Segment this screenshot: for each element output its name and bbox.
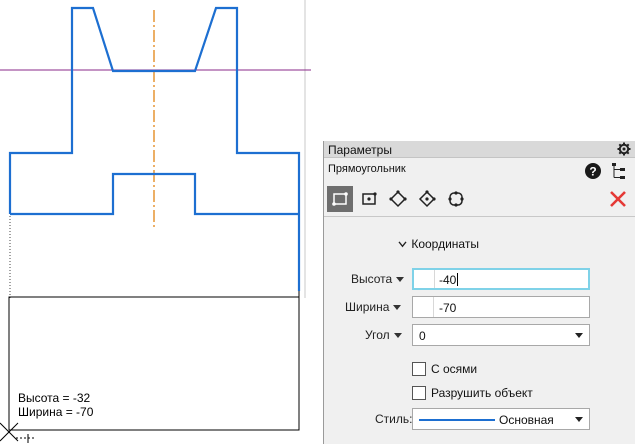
- construction-toolbar: [324, 184, 635, 214]
- width-input[interactable]: -70: [412, 296, 590, 318]
- angle-value: 0: [419, 329, 426, 343]
- three-point-rectangle-icon: [418, 190, 436, 208]
- rectangle-by-center-button[interactable]: [356, 186, 382, 212]
- coordinates-section-toggle[interactable]: Координаты: [398, 237, 479, 251]
- chevron-down-icon: [575, 417, 583, 422]
- axes-checkbox[interactable]: [412, 362, 426, 376]
- angle-select[interactable]: 0: [412, 324, 590, 346]
- axes-checkbox-label: С осями: [431, 362, 478, 376]
- line-style-preview: [419, 419, 495, 421]
- rectangle-rounded-button[interactable]: [443, 186, 469, 212]
- rectangle-rotated-button[interactable]: [385, 186, 411, 212]
- close-icon[interactable]: [608, 189, 628, 209]
- style-label: Стиль:: [375, 412, 413, 426]
- dropdown-arrow-icon: [393, 333, 402, 339]
- svg-text:?: ?: [589, 165, 596, 179]
- width-value: -70: [439, 301, 457, 315]
- height-input[interactable]: -40: [412, 268, 590, 290]
- lock-toggle[interactable]: [414, 270, 435, 288]
- width-label: Ширина: [345, 300, 390, 314]
- panel-titlebar[interactable]: Параметры: [324, 141, 635, 158]
- angle-label-dropdown[interactable]: Угол: [365, 328, 402, 342]
- height-label: Высота: [351, 272, 393, 286]
- rotated-rectangle-icon: [389, 190, 407, 208]
- toolbar-divider: [324, 216, 635, 217]
- lock-toggle[interactable]: [413, 297, 434, 317]
- chevron-down-icon: [398, 237, 408, 251]
- rectangle-corners-icon: [332, 192, 348, 206]
- dropdown-arrow-icon: [393, 305, 402, 311]
- rectangle-three-points-button[interactable]: [414, 186, 440, 212]
- rounded-rectangle-icon: [448, 191, 464, 207]
- destroy-object-label: Разрушить объект: [431, 386, 533, 400]
- command-name: Прямоугольник: [328, 163, 406, 175]
- tooltip-height: Высота = -32: [18, 391, 91, 405]
- height-value: -40: [439, 273, 457, 287]
- help-icon[interactable]: ?: [584, 162, 602, 180]
- dropdown-arrow-icon: [396, 277, 405, 283]
- line-style-value: Основная: [499, 413, 554, 427]
- chevron-down-icon: [575, 333, 583, 338]
- rectangle-center-icon: [362, 192, 377, 205]
- width-label-dropdown[interactable]: Ширина: [345, 300, 402, 314]
- crosshair-cursor-icon: [0, 422, 34, 443]
- line-style-select[interactable]: Основная: [412, 408, 590, 430]
- rectangle-by-corners-button[interactable]: [327, 186, 353, 212]
- angle-label: Угол: [365, 328, 390, 342]
- panel-title: Параметры: [328, 143, 392, 157]
- destroy-object-checkbox[interactable]: [412, 386, 426, 400]
- dimension-tooltip: Высота = -32 Ширина = -70: [18, 391, 93, 419]
- parameters-panel: Параметры Прямоугольник ? Координаты Выс…: [323, 141, 635, 444]
- tooltip-width: Ширина = -70: [18, 405, 94, 419]
- tree-icon[interactable]: [611, 162, 627, 180]
- gear-icon[interactable]: [617, 142, 631, 156]
- section-title: Координаты: [411, 237, 479, 251]
- height-label-dropdown[interactable]: Высота: [351, 272, 405, 286]
